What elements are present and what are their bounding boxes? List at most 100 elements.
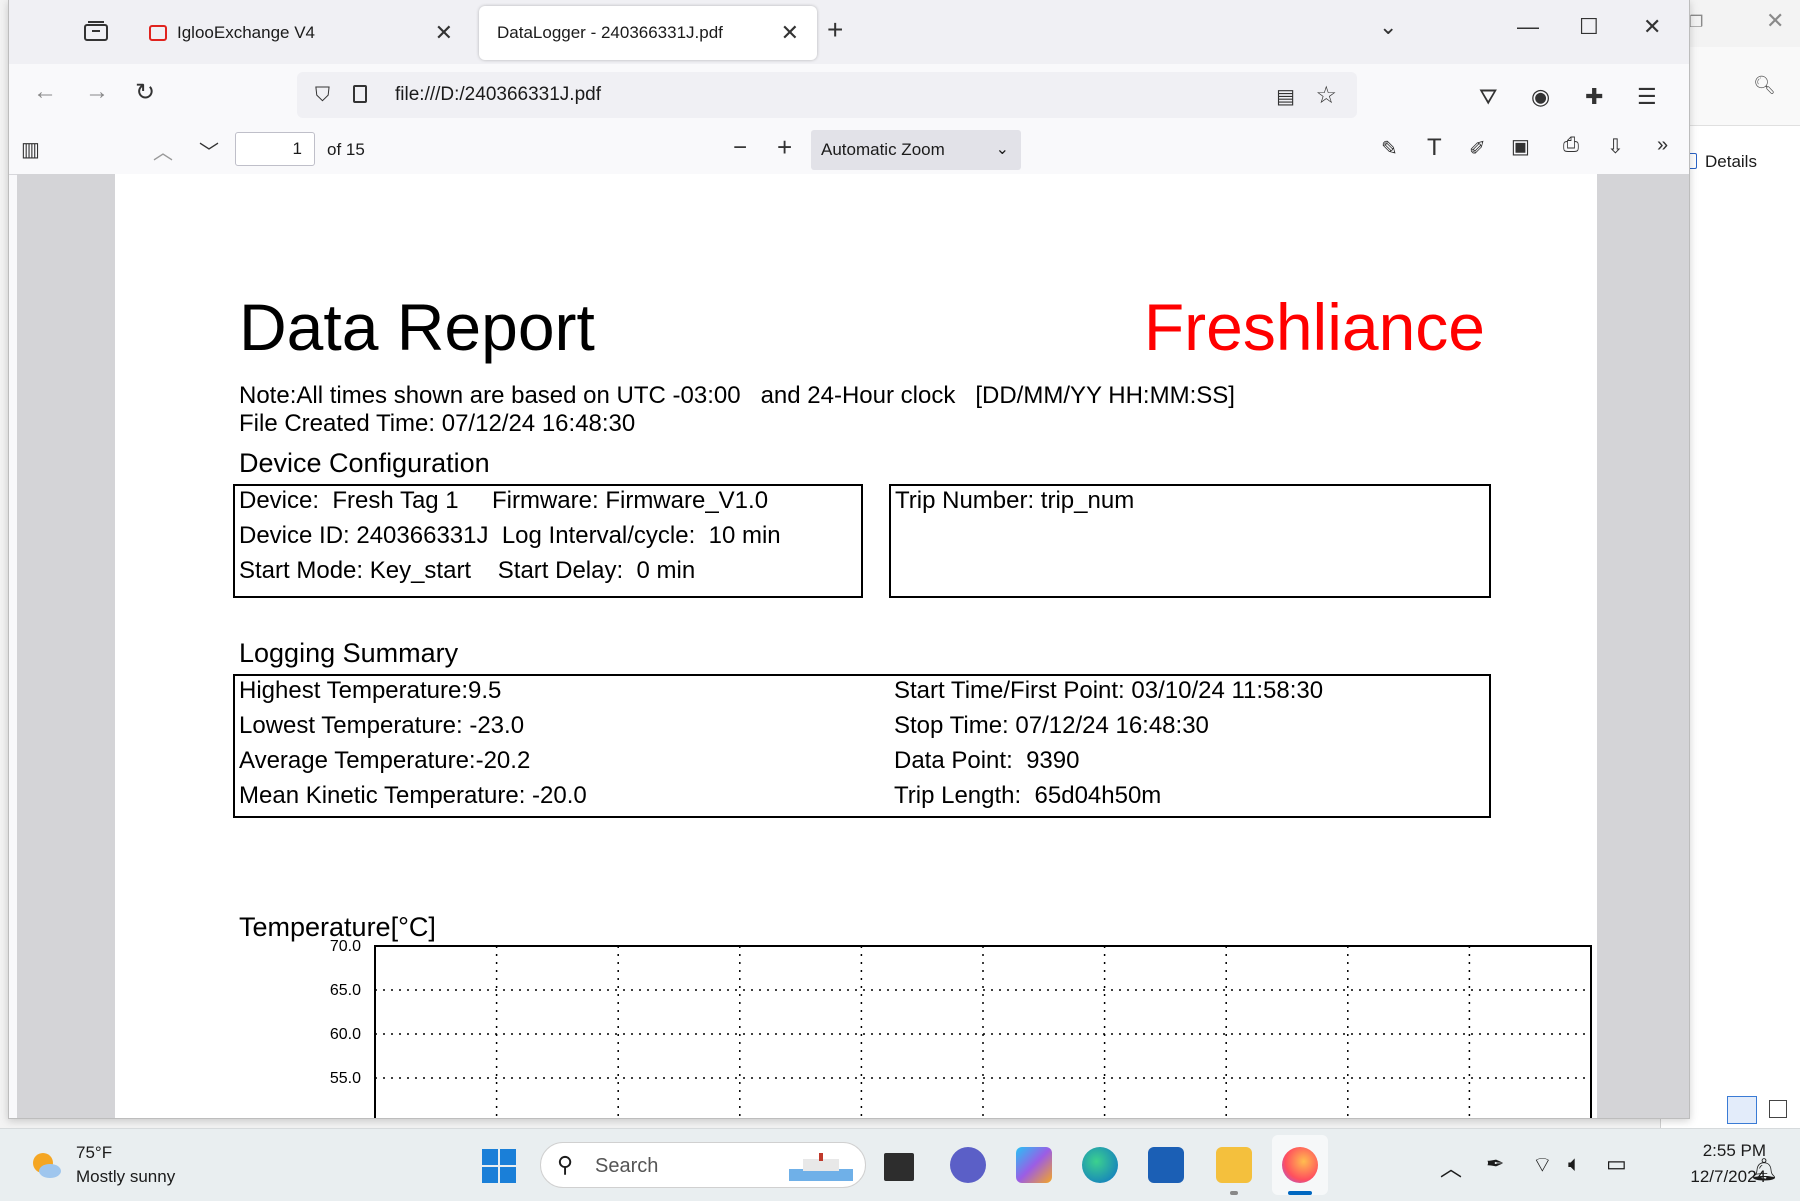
zoom-label: Automatic Zoom	[821, 140, 945, 159]
logging-summary-box: Highest Temperature:9.5 Lowest Temperatu…	[233, 674, 1491, 818]
reader-view-icon[interactable]: ▤	[1276, 84, 1295, 109]
summary-item: Average Temperature:-20.2	[239, 747, 531, 774]
sun-cloud-icon[interactable]	[30, 1149, 62, 1181]
brand-logo: Freshliance	[1143, 290, 1485, 364]
summary-item: Data Point: 9390	[894, 747, 1080, 774]
zoom-select[interactable]: Automatic Zoom ⌄	[811, 130, 1021, 170]
taskbar-search[interactable]: ⚲ Search	[540, 1142, 866, 1188]
text-tool-icon[interactable]: T	[1427, 134, 1442, 162]
tab-list-icon[interactable]	[83, 20, 109, 42]
task-view-icon[interactable]	[884, 1153, 914, 1181]
bookmark-star-icon[interactable]: ☆	[1315, 81, 1337, 110]
file-explorer-icon[interactable]	[1216, 1147, 1252, 1183]
timezone-note: Note:All times shown are based on UTC -0…	[239, 382, 1235, 409]
store-icon[interactable]	[1148, 1147, 1184, 1183]
tab-label: IglooExchange V4	[177, 23, 315, 42]
chevron-up-icon[interactable]: ︿	[1440, 1151, 1462, 1183]
tab-iglooexchange[interactable]: IglooExchange V4 ✕	[131, 6, 471, 60]
close-tab-icon[interactable]: ✕	[435, 20, 453, 46]
new-tab-icon[interactable]: +	[827, 14, 843, 46]
y-tick-label: 65.0	[330, 982, 361, 999]
zoom-out-icon[interactable]: −	[733, 134, 747, 162]
device-line: Device: Fresh Tag 1 Firmware: Firmware_V…	[239, 487, 769, 514]
next-page-icon[interactable]: ﹀	[199, 136, 219, 165]
windows-start-icon[interactable]	[482, 1149, 516, 1183]
highlight-icon[interactable]: ✎	[1381, 136, 1398, 161]
shield-icon[interactable]: ⛉	[315, 84, 330, 107]
temperature-chart: 70.0 65.0 60.0 55.0	[330, 938, 1592, 1118]
pdf-viewer[interactable]: Data Report Freshliance Note:All times s…	[17, 174, 1689, 1118]
save-icon[interactable]: ⇩	[1607, 134, 1624, 159]
summary-item: Mean Kinetic Temperature: -20.0	[239, 782, 587, 809]
print-icon[interactable]: ⎙	[1563, 134, 1579, 157]
file-created-time: File Created Time: 07/12/24 16:48:30	[239, 410, 636, 437]
video-icon	[149, 25, 167, 41]
summary-item: Stop Time: 07/12/24 16:48:30	[894, 712, 1209, 739]
device-config-box: Device: Fresh Tag 1 Firmware: Firmware_V…	[233, 484, 863, 598]
search-highlight-icon	[789, 1153, 853, 1181]
tab-bar: IglooExchange V4 ✕ DataLogger - 24036633…	[9, 0, 1689, 64]
page-number-input[interactable]: 1	[235, 132, 315, 166]
forward-icon[interactable]: →	[85, 78, 109, 106]
search-placeholder: Search	[595, 1155, 659, 1177]
url-bar[interactable]: ⛉ file:///D:/240366331J.pdf ▤ ☆	[297, 72, 1357, 118]
summary-item: Start Time/First Point: 03/10/24 11:58:3…	[894, 677, 1324, 704]
extensions-icon[interactable]: ✚	[1585, 84, 1603, 110]
close-tab-icon[interactable]: ✕	[781, 20, 799, 46]
menu-icon[interactable]: ☰	[1637, 84, 1657, 110]
clock-date[interactable]: 12/7/2024	[1652, 1167, 1766, 1187]
running-indicator	[1230, 1191, 1238, 1195]
taskbar: 75°F Mostly sunny ⚲ Search ︿ ✒ ⌔ 🔈︎ ▭ 2:…	[0, 1128, 1800, 1201]
tab-datalogger-pdf[interactable]: DataLogger - 240366331J.pdf ✕	[479, 6, 817, 60]
draw-icon[interactable]: ✐	[1469, 136, 1486, 161]
summary-item: Highest Temperature:9.5	[239, 677, 502, 704]
device-line: Device ID: 240366331J Log Interval/cycle…	[239, 522, 781, 549]
details-label: Details	[1705, 152, 1757, 171]
account-icon[interactable]: ◉	[1531, 84, 1550, 110]
back-icon[interactable]: ←	[33, 78, 57, 106]
browser-window: IglooExchange V4 ✕ DataLogger - 24036633…	[8, 0, 1690, 1119]
search-icon[interactable]: 🔍︎	[1753, 75, 1776, 96]
wifi-icon[interactable]: ⌔	[1532, 1151, 1553, 1179]
trip-number: Trip Number: trip_num	[895, 487, 1135, 514]
logging-summary-heading: Logging Summary	[239, 638, 459, 668]
weather-temp[interactable]: 75°F	[76, 1143, 112, 1163]
teams-icon[interactable]	[950, 1147, 986, 1183]
list-all-tabs-icon[interactable]: ⌄	[1379, 14, 1397, 40]
summary-item: Trip Length: 65d04h50m	[894, 782, 1162, 809]
more-tools-icon[interactable]: »	[1657, 134, 1668, 157]
page-count: of 15	[327, 140, 365, 159]
active-indicator	[1288, 1191, 1312, 1195]
details-tab[interactable]: Details	[1685, 152, 1757, 172]
report-title: Data Report	[239, 290, 595, 364]
tiles-view-icon[interactable]	[1769, 1100, 1787, 1118]
notification-icon[interactable]: 🔔︎	[1750, 1157, 1778, 1183]
y-tick-label: 60.0	[330, 1026, 361, 1043]
details-view-icon[interactable]	[1727, 1096, 1757, 1124]
edge-icon[interactable]	[1082, 1147, 1118, 1183]
previous-page-icon[interactable]: ︿	[153, 136, 173, 165]
weather-desc[interactable]: Mostly sunny	[76, 1167, 175, 1187]
volume-icon[interactable]: 🔈︎	[1568, 1151, 1581, 1177]
close-icon[interactable]: ✕	[1766, 8, 1784, 34]
maximize-icon[interactable]: ☐	[1579, 14, 1599, 40]
restore-icon[interactable]: ❐	[1689, 12, 1703, 32]
image-icon[interactable]: ▣	[1511, 134, 1530, 159]
search-icon: ⚲	[557, 1152, 574, 1177]
summary-item: Lowest Temperature: -23.0	[239, 712, 525, 739]
firefox-icon[interactable]	[1282, 1147, 1318, 1183]
copilot-icon[interactable]	[1016, 1147, 1052, 1183]
pocket-icon[interactable]: ⛛	[1479, 84, 1497, 110]
sidebar-toggle-icon[interactable]: ▥	[21, 137, 40, 162]
zoom-in-icon[interactable]: +	[777, 132, 792, 163]
pen-icon[interactable]: ✒	[1486, 1151, 1504, 1177]
minimize-icon[interactable]: —	[1517, 14, 1539, 40]
battery-icon[interactable]: ▭	[1606, 1151, 1627, 1177]
url-text[interactable]: file:///D:/240366331J.pdf	[395, 84, 601, 106]
y-tick-label: 55.0	[330, 1070, 361, 1087]
y-tick-label: 70.0	[330, 938, 361, 955]
close-window-icon[interactable]: ✕	[1643, 14, 1661, 40]
reload-icon[interactable]: ↻	[135, 78, 155, 107]
trip-box: Trip Number: trip_num	[889, 484, 1491, 598]
device-config-heading: Device Configuration	[239, 448, 490, 478]
